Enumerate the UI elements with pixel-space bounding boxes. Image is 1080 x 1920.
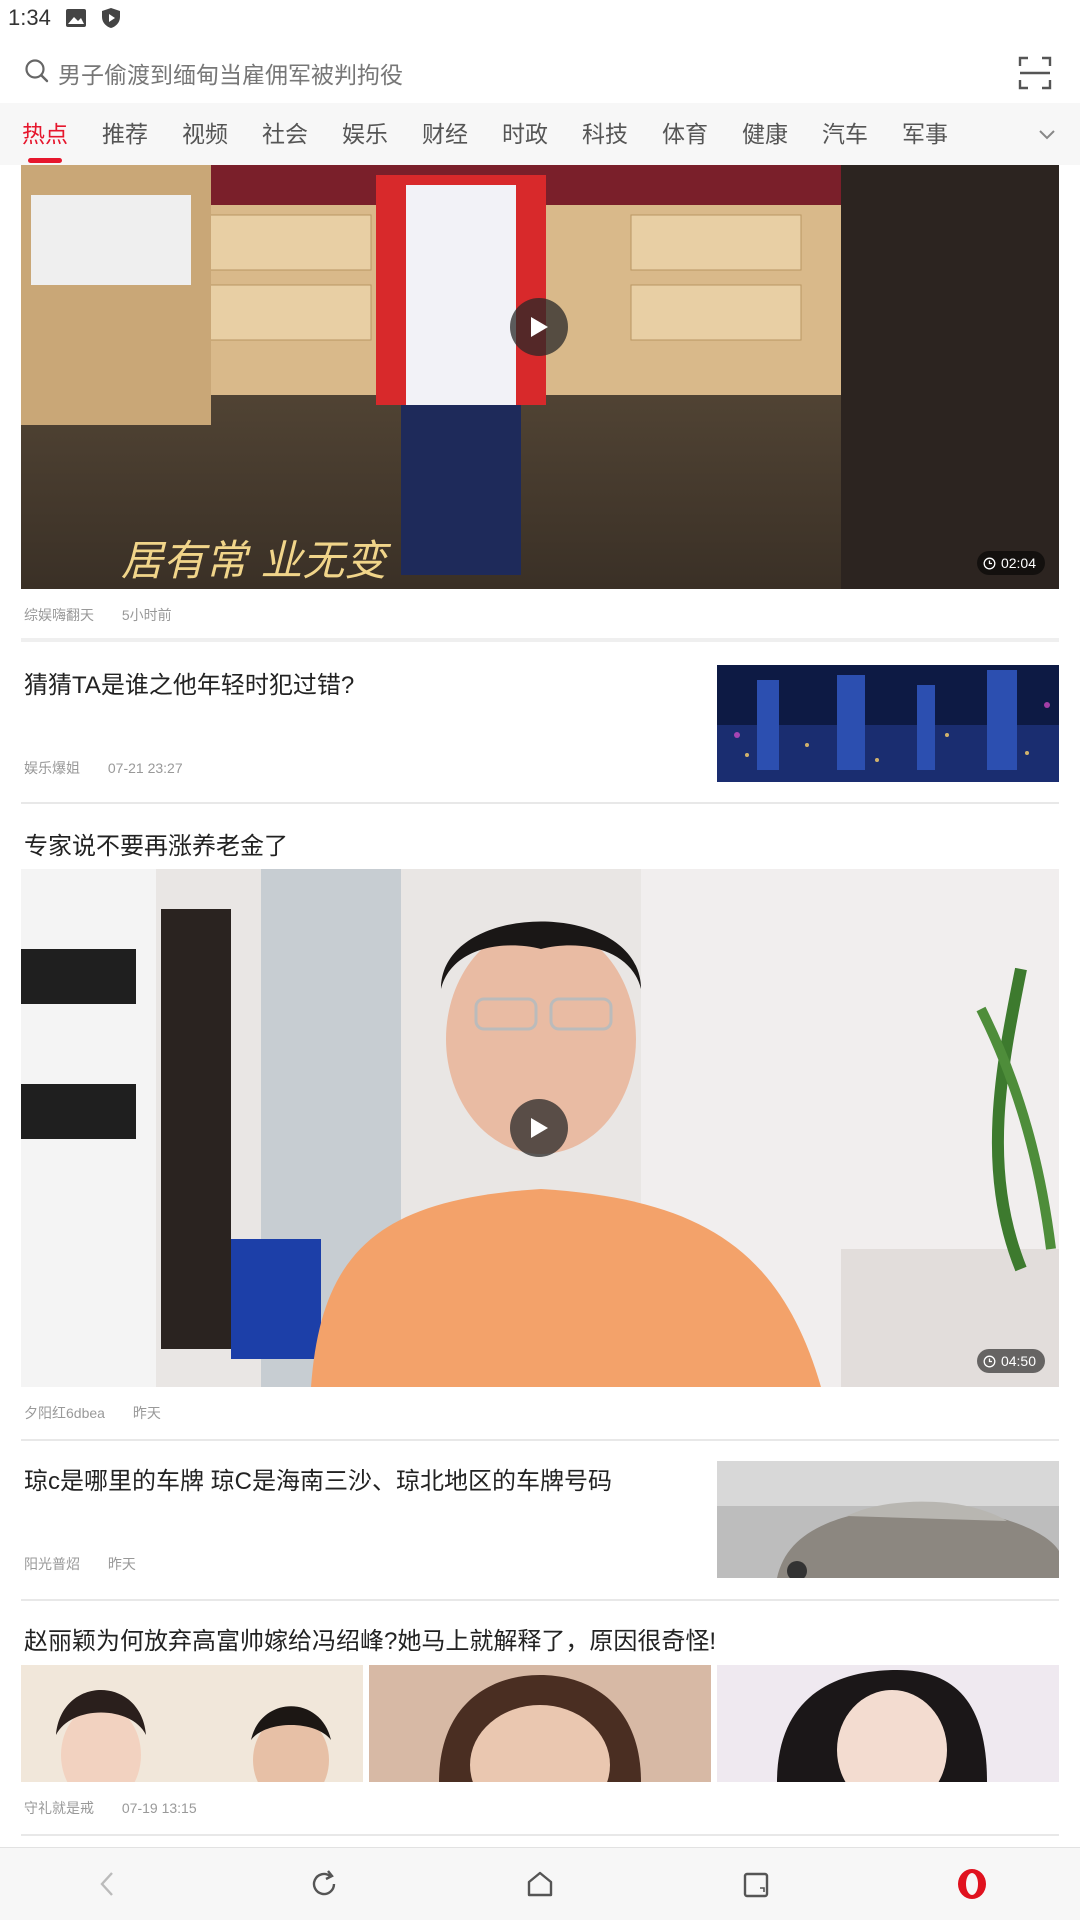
scan-icon[interactable] (1018, 56, 1052, 90)
item-time: 07-21 23:27 (107, 760, 183, 776)
tab-entertainment[interactable]: 娱乐 (342, 103, 388, 165)
tab-recommend[interactable]: 推荐 (102, 103, 148, 165)
play-icon[interactable] (510, 1099, 568, 1157)
clock-icon (983, 1355, 996, 1367)
item-time: 5小时前 (121, 607, 172, 623)
article-title[interactable]: 猜猜TA是谁之他年轻时犯过错? (24, 665, 354, 700)
item-source: 阳光普炤 (24, 1556, 80, 1572)
refresh-icon[interactable] (304, 1864, 344, 1904)
video-thumbnail[interactable]: 居有常 业无变 02:04 (21, 165, 1059, 589)
article-title[interactable]: 琼c是哪里的车牌 琼C是海南三沙、琼北地区的车牌号码 (24, 1461, 612, 1496)
search-bar[interactable]: 男子偷渡到缅甸当雇佣军被判拘役 (0, 44, 1080, 102)
divider (21, 1439, 1059, 1441)
divider (21, 1599, 1059, 1601)
video-duration: 02:04 (976, 551, 1045, 575)
opera-icon[interactable] (952, 1864, 992, 1904)
item-source: 守礼就是戒 (24, 1800, 94, 1816)
shield-icon (101, 7, 121, 29)
video-caption: 居有常 业无变 (121, 536, 391, 585)
search-input[interactable]: 男子偷渡到缅甸当雇佣军被判拘役 (58, 56, 1018, 90)
divider (21, 638, 1059, 642)
back-icon[interactable] (88, 1864, 128, 1904)
article-thumbnail[interactable] (717, 665, 1059, 782)
gallery-image[interactable] (21, 1665, 363, 1782)
tab-auto[interactable]: 汽车 (822, 103, 868, 165)
item-meta: 娱乐爆姐 07-21 23:27 (24, 758, 183, 778)
video-thumbnail[interactable]: 04:50 (21, 869, 1059, 1387)
article-title[interactable]: 赵丽颖为何放弃高富帅嫁给冯绍峰?她马上就解释了，原因很奇怪! (24, 1621, 716, 1656)
item-source: 夕阳红6dbea (24, 1405, 105, 1421)
tab-health[interactable]: 健康 (742, 103, 788, 165)
item-time: 07-19 13:15 (121, 1800, 197, 1816)
article-thumbnail[interactable] (717, 1461, 1059, 1578)
tab-politics[interactable]: 时政 (502, 103, 548, 165)
divider (21, 802, 1059, 804)
tab-military[interactable]: 军事 (902, 103, 948, 165)
item-meta: 守礼就是戒 07-19 13:15 (24, 1798, 197, 1818)
clock-icon (983, 557, 996, 569)
item-time: 昨天 (132, 1405, 161, 1421)
status-bar: 1:34 (0, 0, 1080, 36)
tab-society[interactable]: 社会 (262, 103, 308, 165)
video-duration: 04:50 (976, 1349, 1045, 1373)
tab-sports[interactable]: 体育 (662, 103, 708, 165)
home-icon[interactable] (520, 1864, 560, 1904)
gallery-image[interactable] (717, 1665, 1059, 1782)
search-icon (24, 58, 50, 89)
article-title[interactable]: 专家说不要再涨养老金了 (24, 826, 288, 861)
chevron-down-icon[interactable] (1036, 123, 1058, 145)
tabs-icon[interactable] (736, 1864, 776, 1904)
category-tabs: 热点 推荐 视频 社会 娱乐 财经 时政 科技 体育 健康 汽车 军事 (0, 103, 1080, 165)
item-meta: 夕阳红6dbea 昨天 (24, 1403, 161, 1423)
tab-hot[interactable]: 热点 (22, 103, 68, 165)
bottom-nav (0, 1847, 1080, 1920)
item-source: 综娱嗨翻天 (24, 607, 94, 623)
item-meta: 阳光普炤 昨天 (24, 1554, 136, 1574)
tab-finance[interactable]: 财经 (422, 103, 468, 165)
tab-video[interactable]: 视频 (182, 103, 228, 165)
item-meta: 综娱嗨翻天 5小时前 (24, 605, 172, 625)
play-icon[interactable] (510, 298, 568, 356)
tab-tech[interactable]: 科技 (582, 103, 628, 165)
gallery-image[interactable] (369, 1665, 711, 1782)
item-time: 昨天 (107, 1556, 136, 1572)
item-source: 娱乐爆姐 (24, 760, 80, 776)
divider (21, 1834, 1059, 1836)
image-icon (65, 8, 87, 28)
status-time: 1:34 (8, 5, 51, 30)
